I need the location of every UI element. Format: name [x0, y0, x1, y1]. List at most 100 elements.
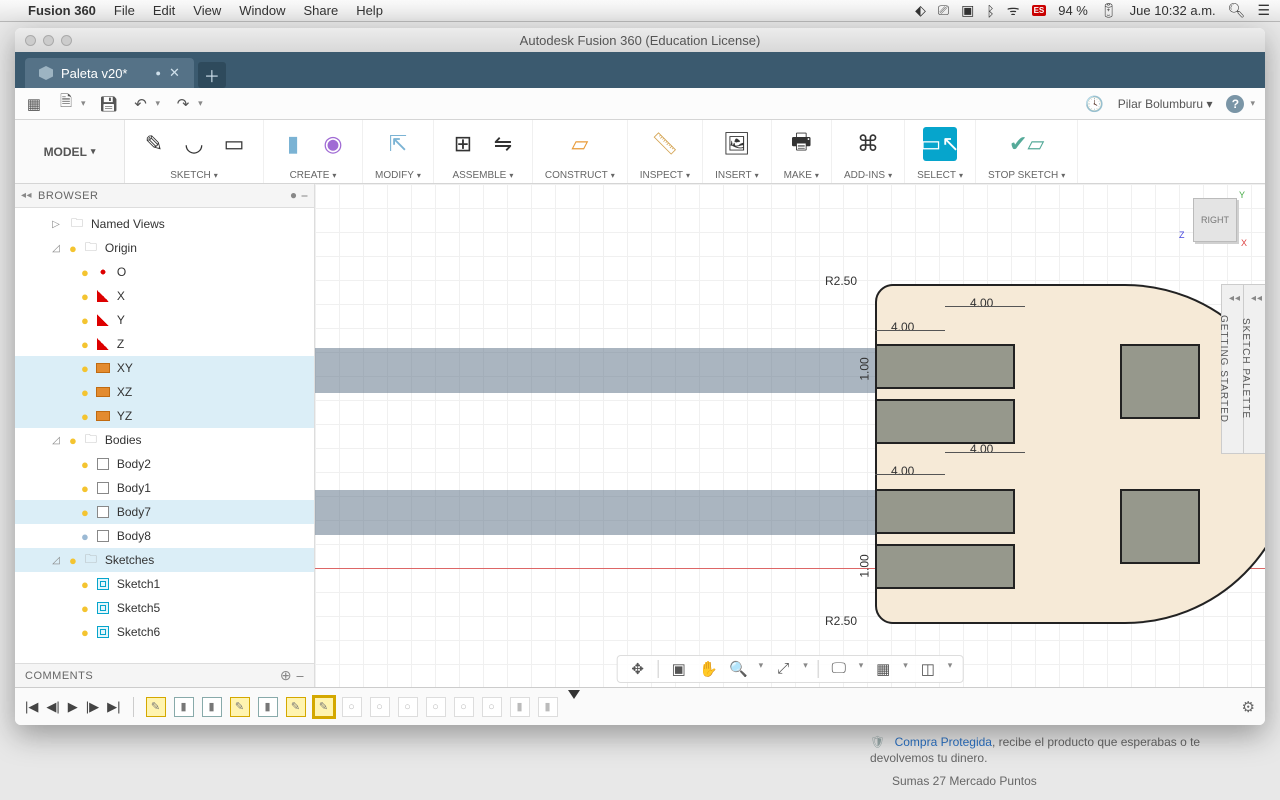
- body-node[interactable]: Body1: [117, 481, 151, 495]
- ribbon-create[interactable]: ▮ ◉ CREATE▾: [264, 120, 363, 183]
- ribbon-inspect[interactable]: 📏︎ INSPECT▾: [628, 120, 703, 183]
- visibility-icon[interactable]: ●: [81, 481, 89, 496]
- visibility-icon[interactable]: ●: [69, 433, 77, 448]
- workspace-selector[interactable]: MODEL▾: [15, 120, 125, 183]
- presspull-icon[interactable]: ⇱: [381, 127, 415, 161]
- browser-header[interactable]: ◂◂ BROWSER ● ⎯: [15, 184, 314, 208]
- sketches-node[interactable]: Sketches: [105, 553, 154, 567]
- battery-icon[interactable]: 🔋︎: [1100, 2, 1118, 19]
- timeline-feature-active[interactable]: ✎: [314, 697, 334, 717]
- pan-icon[interactable]: ✋: [699, 660, 719, 678]
- menu-view[interactable]: View: [193, 3, 221, 18]
- form-icon[interactable]: ◉: [316, 127, 350, 161]
- document-close-icon[interactable]: ✕: [169, 65, 180, 81]
- bodies-node[interactable]: Bodies: [105, 433, 142, 447]
- viewport-canvas[interactable]: R2.50 R2.50 4.00 4.00 4.00 4.00 1.00 1.0…: [315, 184, 1265, 687]
- timeline-feature-suppressed[interactable]: ○: [426, 697, 446, 717]
- document-tab[interactable]: Paleta v20* ● ✕: [25, 58, 194, 88]
- collapse-arrow-icon[interactable]: ◿: [49, 555, 63, 566]
- ribbon-assemble[interactable]: ⊞ ⇋ ASSEMBLE▾: [434, 120, 533, 183]
- orbit-icon[interactable]: ✥: [628, 660, 648, 678]
- dimension[interactable]: 4.00: [891, 320, 914, 334]
- ribbon-modify[interactable]: ⇱ MODIFY▾: [363, 120, 434, 183]
- extrude-icon[interactable]: ▮: [276, 127, 310, 161]
- redo-icon[interactable]: ↷: [174, 95, 192, 113]
- expand-arrow-icon[interactable]: ▷: [49, 219, 63, 230]
- sketch-palette-tab[interactable]: ◂◂SKETCH PALETTE: [1243, 284, 1265, 454]
- zoom-icon[interactable]: 🔍: [729, 660, 749, 678]
- browser-collapse-icon[interactable]: ◂◂: [21, 190, 32, 201]
- visibility-icon[interactable]: ●: [81, 265, 89, 280]
- timeline-feature[interactable]: ✎: [146, 697, 166, 717]
- ribbon-make[interactable]: 🖶 MAKE▾: [772, 120, 832, 183]
- dimension-radius[interactable]: R2.50: [825, 274, 857, 288]
- dimension[interactable]: 4.00: [970, 442, 993, 456]
- body-node[interactable]: Body2: [117, 457, 151, 471]
- visibility-icon[interactable]: ●: [81, 337, 89, 352]
- menu-help[interactable]: Help: [356, 3, 383, 18]
- sketch-arc-icon[interactable]: ◡: [177, 127, 211, 161]
- save-icon[interactable]: 💾︎: [100, 95, 118, 113]
- undo-icon[interactable]: ↶: [132, 95, 150, 113]
- help-icon[interactable]: ?: [1226, 95, 1244, 113]
- visibility-icon[interactable]: ●: [81, 409, 89, 424]
- body-node[interactable]: Body8: [117, 529, 151, 543]
- timeline-feature[interactable]: ▮: [174, 697, 194, 717]
- sketch-node[interactable]: Sketch1: [117, 577, 160, 591]
- print3d-icon[interactable]: 🖶: [784, 127, 818, 161]
- display-style-icon[interactable]: 🖵: [829, 660, 849, 678]
- timeline-feature[interactable]: ✎: [286, 697, 306, 717]
- clock[interactable]: Jue 10:32 a.m.: [1130, 3, 1216, 18]
- grid-settings-icon[interactable]: ▦: [873, 660, 893, 678]
- origin-o[interactable]: O: [117, 265, 126, 279]
- user-menu[interactable]: Pilar Bolumburu ▾: [1118, 97, 1213, 111]
- wifi-icon[interactable]: ᯤ: [1007, 1, 1020, 20]
- add-comment-icon[interactable]: ⊕ ⎯: [280, 667, 304, 684]
- comments-header[interactable]: COMMENTS⊕ ⎯: [15, 663, 314, 687]
- ribbon-select[interactable]: ▭↖ SELECT▾: [905, 120, 976, 183]
- ribbon-insert[interactable]: 🖼︎ INSERT▾: [703, 120, 772, 183]
- viewcube[interactable]: RIGHT Y Z X: [1185, 190, 1245, 250]
- collapse-arrow-icon[interactable]: ◿: [49, 435, 63, 446]
- timeline-feature-suppressed[interactable]: ○: [398, 697, 418, 717]
- timeline-end-icon[interactable]: ▶|: [107, 699, 120, 715]
- visibility-icon[interactable]: ●: [81, 289, 89, 304]
- job-status-icon[interactable]: 🕓: [1086, 95, 1104, 113]
- dimension[interactable]: 4.00: [891, 464, 914, 478]
- timeline-settings-icon[interactable]: ⚙: [1242, 698, 1255, 716]
- fit-icon[interactable]: ⤢: [773, 660, 793, 678]
- visibility-icon[interactable]: ●: [69, 241, 77, 256]
- new-tab-button[interactable]: ＋: [198, 62, 226, 88]
- ribbon-addins[interactable]: ⌘ ADD-INS▾: [832, 120, 905, 183]
- visibility-off-icon[interactable]: ●: [81, 529, 89, 544]
- timeline-cursor[interactable]: [568, 690, 580, 699]
- timeline-fwd-icon[interactable]: |▶: [86, 699, 99, 715]
- timeline-feature-suppressed[interactable]: ○: [342, 697, 362, 717]
- timeline-start-icon[interactable]: |◀: [25, 699, 38, 715]
- measure-icon[interactable]: 📏︎: [648, 127, 682, 161]
- ribbon-sketch[interactable]: ✎ ◡ ▭ SKETCH▾: [125, 120, 264, 183]
- plane-xy[interactable]: XY: [117, 361, 133, 375]
- axis-x[interactable]: X: [117, 289, 125, 303]
- menu-share[interactable]: Share: [303, 3, 338, 18]
- menu-window[interactable]: Window: [239, 3, 285, 18]
- timeline-feature-suppressed[interactable]: ○: [482, 697, 502, 717]
- visibility-icon[interactable]: ●: [81, 601, 89, 616]
- collapse-arrow-icon[interactable]: ◿: [49, 243, 63, 254]
- dimension[interactable]: 1.00: [858, 357, 872, 380]
- display-icon[interactable]: ▣: [961, 2, 974, 19]
- visibility-icon[interactable]: ●: [81, 385, 89, 400]
- ribbon-stop-sketch[interactable]: ✔▱ STOP SKETCH▾: [976, 120, 1078, 183]
- visibility-icon[interactable]: ●: [81, 625, 89, 640]
- file-menu-icon[interactable]: 🗎: [57, 95, 75, 113]
- plane-icon[interactable]: ▱: [563, 127, 597, 161]
- visibility-icon[interactable]: ●: [81, 361, 89, 376]
- dropbox-icon[interactable]: ⬖: [915, 2, 926, 19]
- timeline-play-icon[interactable]: ▶: [68, 699, 78, 715]
- scripts-icon[interactable]: ⌘: [851, 127, 885, 161]
- sketch-geometry[interactable]: R2.50 R2.50 4.00 4.00 4.00 4.00 1.00 1.0…: [575, 284, 1265, 624]
- named-views-node[interactable]: Named Views: [91, 217, 165, 231]
- input-source-flag-icon[interactable]: ES: [1032, 5, 1047, 16]
- timeline-feature[interactable]: ▮: [258, 697, 278, 717]
- menu-edit[interactable]: Edit: [153, 3, 175, 18]
